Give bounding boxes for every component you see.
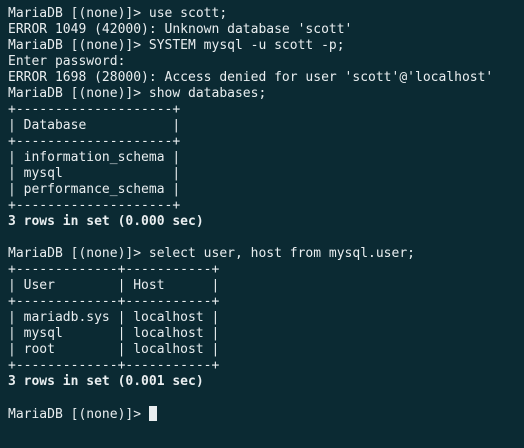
- result-summary: 3 rows in set (0.001 sec): [8, 374, 204, 389]
- terminal-window[interactable]: MariaDB [(none)]> use scott; ERROR 1049 …: [0, 0, 524, 448]
- terminal-line: MariaDB [(none)]> select user, host from…: [8, 246, 415, 261]
- terminal-line: MariaDB [(none)]> SYSTEM mysql -u scott …: [8, 38, 345, 53]
- terminal-output: MariaDB [(none)]> use scott; ERROR 1049 …: [8, 6, 524, 406]
- prompt-text: MariaDB [(none)]>: [8, 407, 149, 422]
- terminal-line: ERROR 1049 (42000): Unknown database 'sc…: [8, 22, 353, 37]
- table-header: | Database |: [8, 118, 181, 133]
- terminal-line: Enter password:: [8, 54, 126, 69]
- table-row: | performance_schema |: [8, 182, 181, 197]
- table-row: | root | localhost |: [8, 342, 220, 357]
- result-summary: 3 rows in set (0.000 sec): [8, 214, 204, 229]
- table-border: +--------------------+: [8, 102, 181, 117]
- text-cursor: [148, 406, 157, 421]
- terminal-line: ERROR 1698 (28000): Access denied for us…: [8, 70, 494, 85]
- table-border: +-------------+-----------+: [8, 358, 220, 373]
- table-row: | mysql | localhost |: [8, 326, 220, 341]
- table-border: +-------------+-----------+: [8, 294, 220, 309]
- table-border: +--------------------+: [8, 198, 181, 213]
- table-header: | User | Host |: [8, 278, 220, 293]
- table-border: +-------------+-----------+: [8, 262, 220, 277]
- table-row: | mysql |: [8, 166, 181, 181]
- terminal-line: MariaDB [(none)]> show databases;: [8, 86, 267, 101]
- table-border: +--------------------+: [8, 134, 181, 149]
- table-row: | mariadb.sys | localhost |: [8, 310, 220, 325]
- prompt-line[interactable]: MariaDB [(none)]>: [8, 406, 524, 422]
- table-row: | information_schema |: [8, 150, 181, 165]
- terminal-line: MariaDB [(none)]> use scott;: [8, 6, 228, 21]
